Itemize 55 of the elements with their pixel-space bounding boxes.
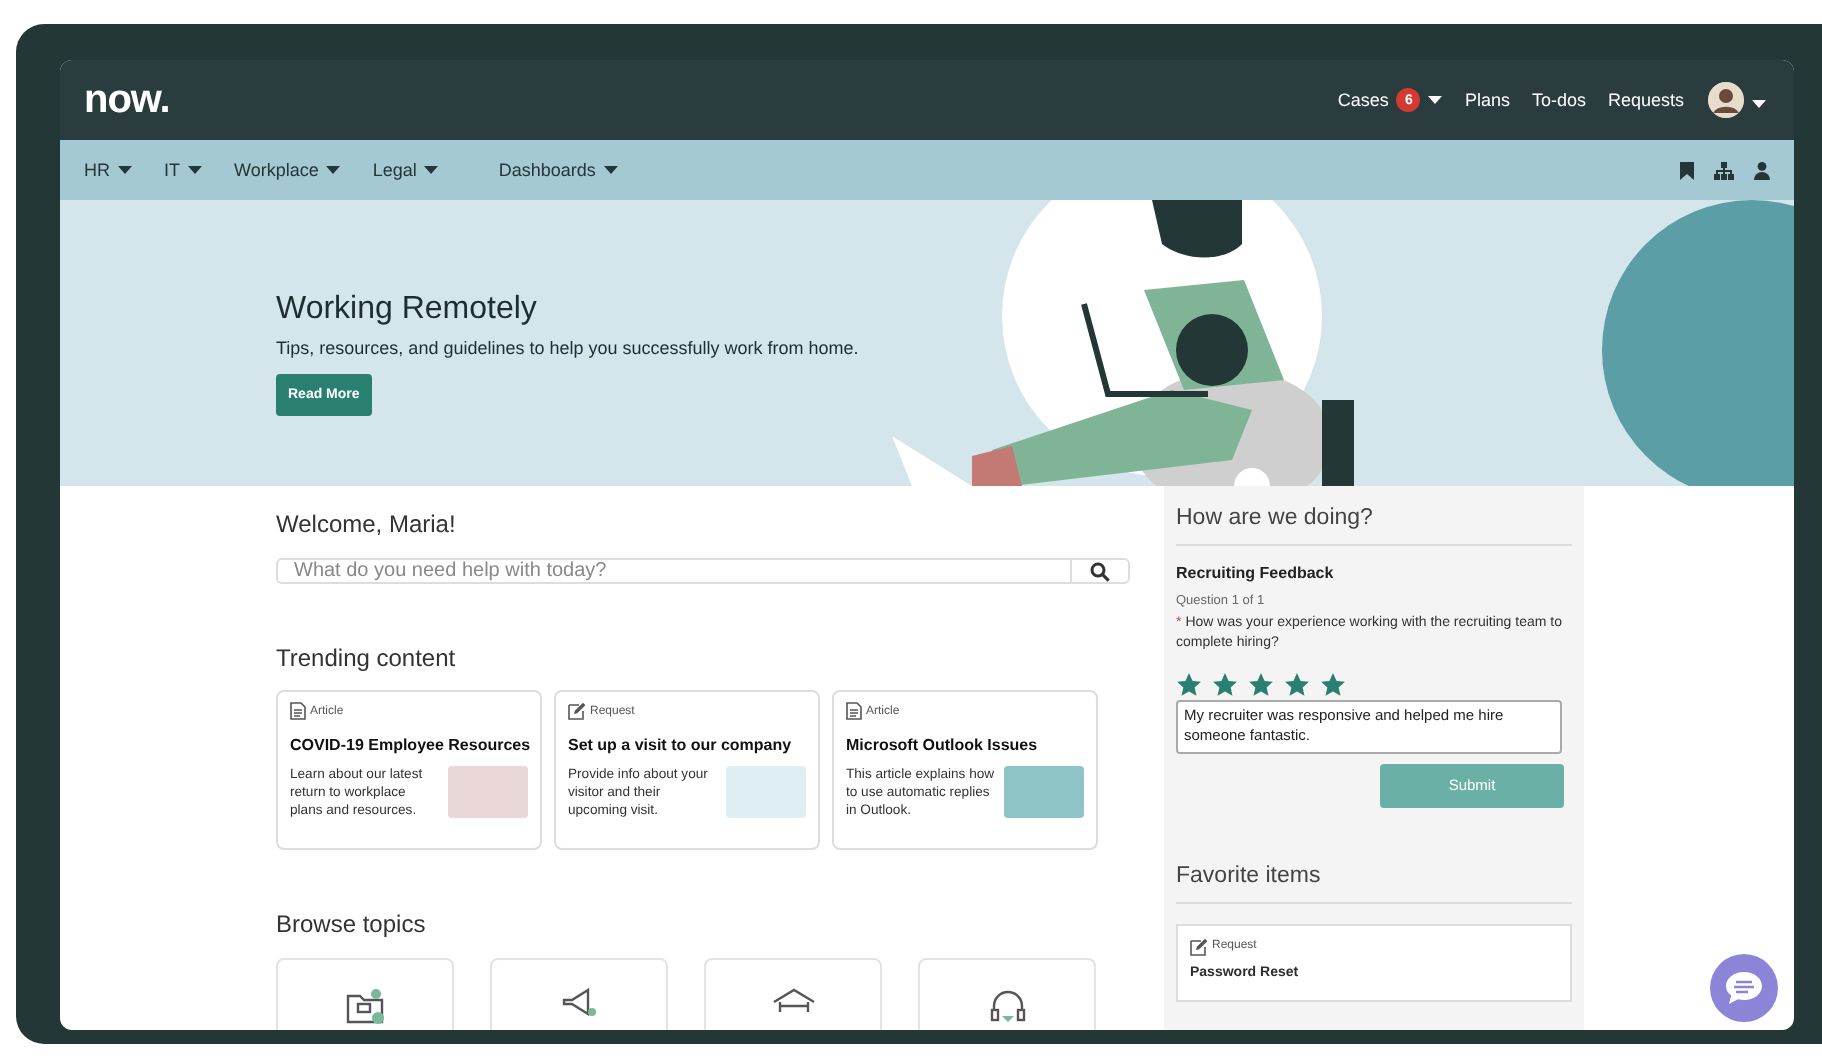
illustration-placeholder: [1004, 765, 1084, 818]
nav-menu[interactable]: IT: [164, 160, 202, 180]
section-heading: Trending content: [276, 644, 458, 672]
welcome-heading: Welcome, Maria!: [276, 510, 458, 538]
avatar-icon[interactable]: [1708, 82, 1744, 118]
caret-icon: [118, 166, 132, 174]
document-icon: [290, 702, 306, 720]
star-icon[interactable]: [1212, 671, 1238, 698]
nav-menu[interactable]: Legal: [372, 160, 439, 180]
hero-title: Working Remotely: [276, 291, 537, 327]
survey-title: Recruiting Feedback: [1176, 564, 1336, 582]
search-field[interactable]: What do you need help with today?: [276, 558, 1070, 584]
star-icon[interactable]: [1248, 671, 1274, 698]
chat-icon: [1724, 970, 1764, 1006]
card-title: Set up a visit to our company: [568, 736, 794, 756]
card-title: Microsoft Outlook Issues: [846, 736, 1040, 756]
headset-icon: [987, 988, 1027, 1028]
megaphone-icon: [559, 988, 599, 1016]
edit-icon: [568, 702, 586, 720]
topic-tile[interactable]: [704, 958, 882, 1030]
document-icon: [846, 702, 862, 720]
nav-menu[interactable]: Workplace: [234, 160, 341, 180]
panel-title: How are we doing?: [1176, 506, 1572, 546]
logo[interactable]: now.: [84, 77, 170, 123]
caret-icon: [188, 166, 202, 174]
caret-icon: [424, 166, 439, 174]
illustration-placeholder: [726, 765, 806, 818]
hero-subtitle: Tips, resources, and guidelines to help you successfully work from home.: [276, 337, 859, 357]
card-title: COVID-19 Employee Resources: [290, 736, 528, 756]
sitemap-icon[interactable]: [1714, 161, 1734, 179]
search-icon: [1090, 561, 1110, 581]
nav-menu[interactable]: Dashboards: [498, 160, 618, 180]
search-button[interactable]: [1070, 558, 1130, 584]
header-link[interactable]: Requests: [1607, 90, 1684, 110]
building-icon: [771, 988, 815, 1012]
section-heading: Browse topics: [276, 910, 428, 938]
folder-icon: [345, 988, 385, 1024]
topic-tile[interactable]: [490, 958, 668, 1030]
topic-tile[interactable]: [918, 958, 1096, 1030]
caret-icon: [603, 166, 618, 174]
illustration-placeholder: [448, 765, 528, 818]
star-icon[interactable]: [1176, 671, 1202, 698]
edit-icon: [1190, 937, 1208, 956]
star-icon[interactable]: [1284, 671, 1310, 698]
nav-menu[interactable]: HR: [84, 160, 132, 180]
header-link[interactable]: Plans: [1464, 90, 1510, 110]
header-link[interactable]: To-dos: [1531, 90, 1586, 110]
person-icon[interactable]: [1754, 161, 1770, 179]
caret-icon: [1752, 100, 1766, 108]
bookmark-icon[interactable]: [1680, 161, 1694, 179]
panel-title: Favorite items: [1176, 863, 1572, 904]
topic-tile[interactable]: [276, 958, 454, 1030]
star-icon[interactable]: [1320, 671, 1346, 698]
caret-icon: [326, 166, 341, 174]
chat-button[interactable]: [1710, 954, 1778, 1022]
